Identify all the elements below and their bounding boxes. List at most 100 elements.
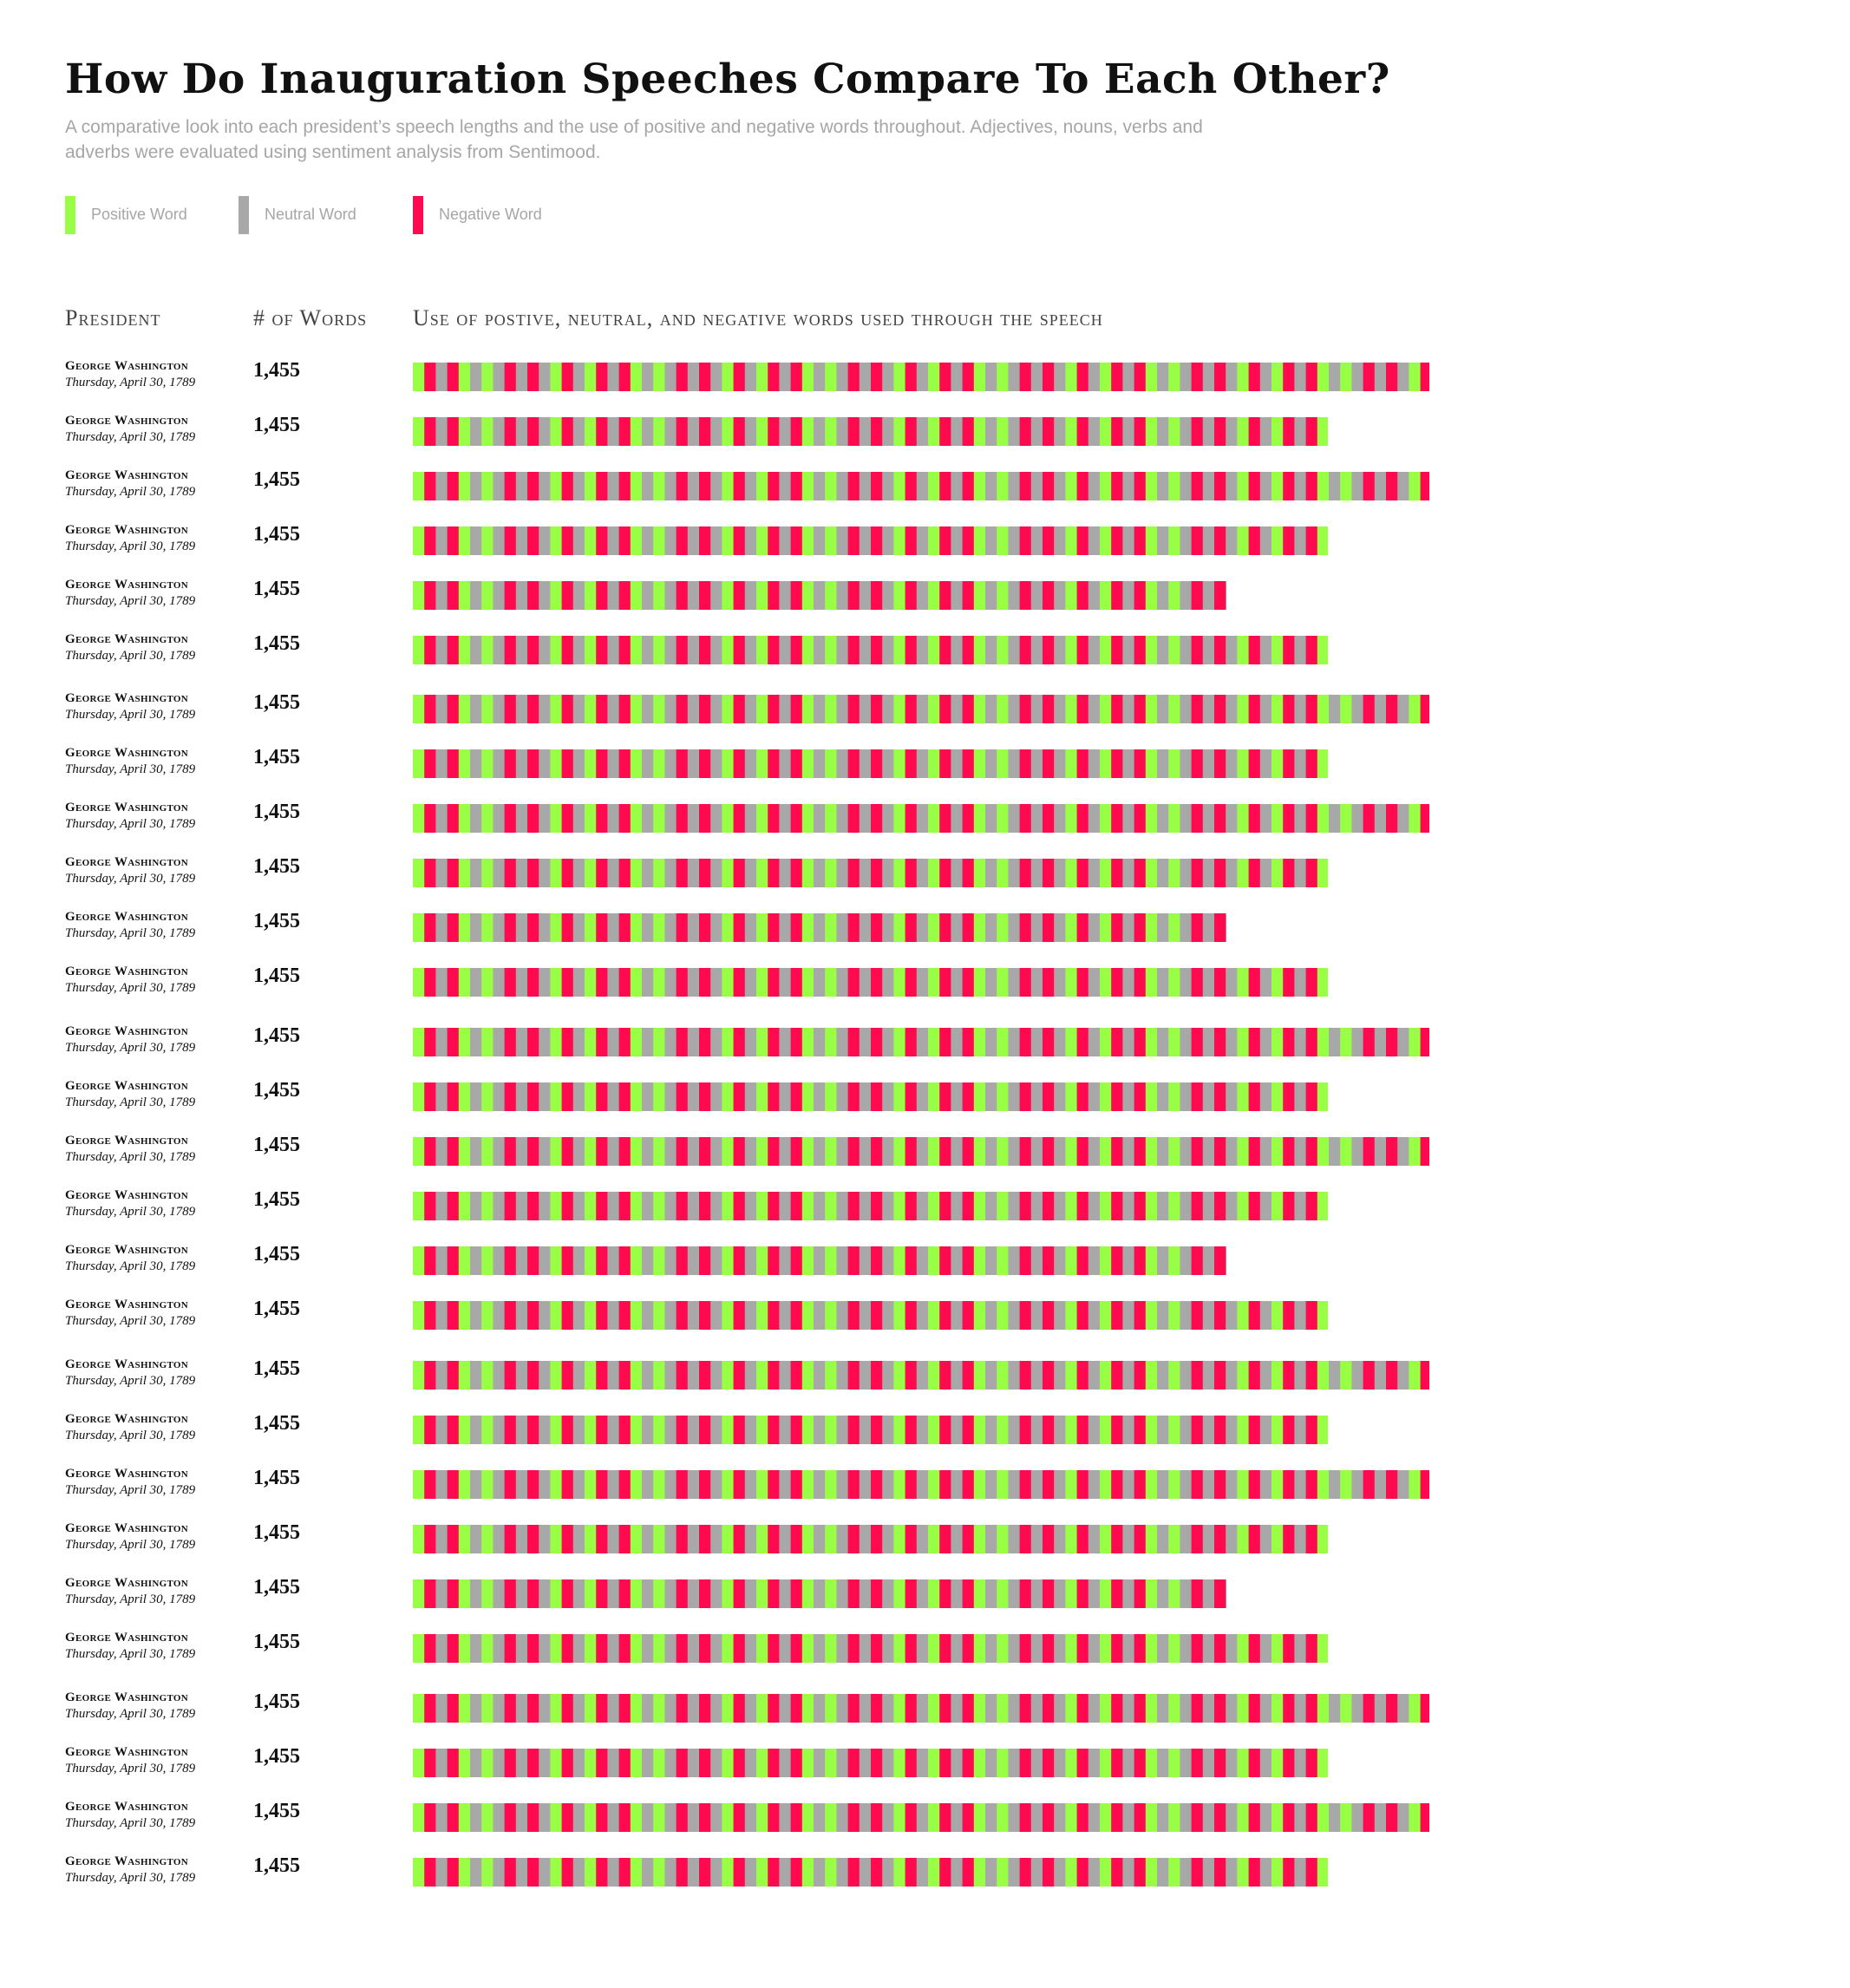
word-segment-negative — [1134, 1634, 1147, 1663]
word-segment-negative — [1386, 1694, 1398, 1723]
word-segment-neutral — [744, 1416, 757, 1444]
word-segment-neutral — [572, 1301, 585, 1330]
word-segment-negative — [871, 1525, 883, 1553]
word-segment-neutral — [572, 526, 585, 555]
word-segment-positive — [630, 1361, 643, 1390]
word-segment-negative — [527, 859, 539, 887]
word-segment-positive — [1271, 417, 1284, 446]
word-segment-neutral — [1294, 1137, 1307, 1166]
word-segment-neutral — [1122, 804, 1135, 833]
speech-date: Thursday, April 30, 1789 — [65, 540, 196, 553]
word-segment-negative — [790, 636, 803, 664]
word-segment-positive — [1100, 804, 1112, 833]
word-segment-positive — [928, 1361, 940, 1390]
word-segment-negative — [905, 1694, 918, 1723]
word-segment-neutral — [572, 1246, 585, 1275]
word-segment-positive — [1317, 1858, 1328, 1887]
word-segment-neutral — [687, 1579, 700, 1608]
word-segment-neutral — [687, 1470, 700, 1499]
word-segment-negative — [1043, 859, 1055, 887]
word-segment-negative — [596, 581, 608, 610]
word-segment-neutral — [1157, 1137, 1169, 1166]
word-segment-neutral — [607, 472, 620, 500]
word-segment-positive — [997, 636, 1009, 664]
word-segment-neutral — [664, 1579, 677, 1608]
word-segment-neutral — [1180, 363, 1193, 391]
word-segment-positive — [893, 417, 906, 446]
word-segment-positive — [1237, 1470, 1250, 1499]
word-segment-negative — [1076, 1749, 1089, 1777]
president-name: George Washington — [65, 1357, 189, 1371]
word-segment-neutral — [493, 804, 506, 833]
word-segment-neutral — [1329, 1361, 1341, 1390]
word-segment-neutral — [1226, 804, 1238, 833]
word-segment-negative — [561, 1246, 574, 1275]
word-segment-negative — [962, 749, 975, 778]
word-segment-negative — [1191, 695, 1204, 723]
word-segment-neutral — [687, 1525, 700, 1553]
word-segment-neutral — [1259, 526, 1272, 555]
word-segment-neutral — [435, 1749, 448, 1777]
word-segment-negative — [618, 1082, 631, 1111]
word-segment-neutral — [859, 913, 872, 942]
word-segment-negative — [1076, 1694, 1089, 1723]
speech-row: George Washington Thursday, April 30, 178… — [0, 632, 1850, 667]
word-segment-positive — [825, 1634, 837, 1663]
word-segment-positive — [653, 1416, 665, 1444]
word-segment-neutral — [1088, 1858, 1101, 1887]
word-segment-positive — [1100, 472, 1112, 500]
word-segment-neutral — [539, 968, 551, 997]
word-segment-neutral — [1180, 913, 1193, 942]
word-segment-neutral — [1259, 1192, 1272, 1220]
word-segment-neutral — [493, 1525, 506, 1553]
word-segment-negative — [424, 526, 436, 555]
word-segment-neutral — [779, 749, 792, 778]
word-segment-negative — [1214, 1137, 1226, 1166]
sentiment-bar — [413, 581, 1226, 610]
word-segment-negative — [527, 1137, 539, 1166]
word-segment-positive — [1168, 1858, 1180, 1887]
word-segment-positive — [585, 1634, 597, 1663]
word-segment-neutral — [539, 1634, 551, 1663]
word-segment-neutral — [1226, 526, 1238, 555]
word-segment-positive — [550, 1634, 563, 1663]
word-segment-negative — [1111, 1137, 1123, 1166]
word-segment-positive — [722, 1470, 735, 1499]
word-segment-negative — [790, 1246, 803, 1275]
word-segment-neutral — [836, 1634, 849, 1663]
word-segment-negative — [1248, 363, 1261, 391]
word-segment-positive — [756, 526, 768, 555]
word-segment-positive — [756, 1416, 768, 1444]
word-segment-positive — [458, 1361, 471, 1390]
word-segment-neutral — [951, 1579, 964, 1608]
word-segment-negative — [1019, 417, 1032, 446]
word-segment-positive — [997, 1803, 1009, 1832]
word-segment-positive — [481, 1082, 494, 1111]
word-segment-neutral — [435, 581, 448, 610]
word-segment-positive — [1145, 859, 1158, 887]
word-segment-negative — [1305, 749, 1318, 778]
president-name: George Washington — [65, 1024, 189, 1038]
word-segment-negative — [1283, 1803, 1295, 1832]
word-segment-neutral — [882, 1082, 894, 1111]
word-segment-neutral — [642, 1858, 654, 1887]
word-segment-negative — [962, 1579, 975, 1608]
speech-date: Thursday, April 30, 1789 — [65, 430, 196, 444]
word-segment-negative — [1305, 1192, 1318, 1220]
word-segment-neutral — [1008, 1137, 1021, 1166]
word-segment-negative — [504, 749, 517, 778]
word-segment-neutral — [882, 472, 894, 500]
word-segment-neutral — [882, 1803, 894, 1832]
word-segment-positive — [1317, 1694, 1330, 1723]
word-segment-neutral — [985, 1634, 997, 1663]
word-segment-neutral — [882, 1137, 894, 1166]
word-segment-positive — [1237, 636, 1250, 664]
word-segment-negative — [871, 472, 883, 500]
word-segment-positive — [1168, 1361, 1180, 1390]
word-segment-positive — [825, 1082, 837, 1111]
word-segment-negative — [676, 1694, 689, 1723]
word-segment-neutral — [642, 581, 654, 610]
word-segment-positive — [1100, 913, 1112, 942]
word-segment-negative — [1043, 749, 1055, 778]
word-segment-negative — [962, 1803, 975, 1832]
